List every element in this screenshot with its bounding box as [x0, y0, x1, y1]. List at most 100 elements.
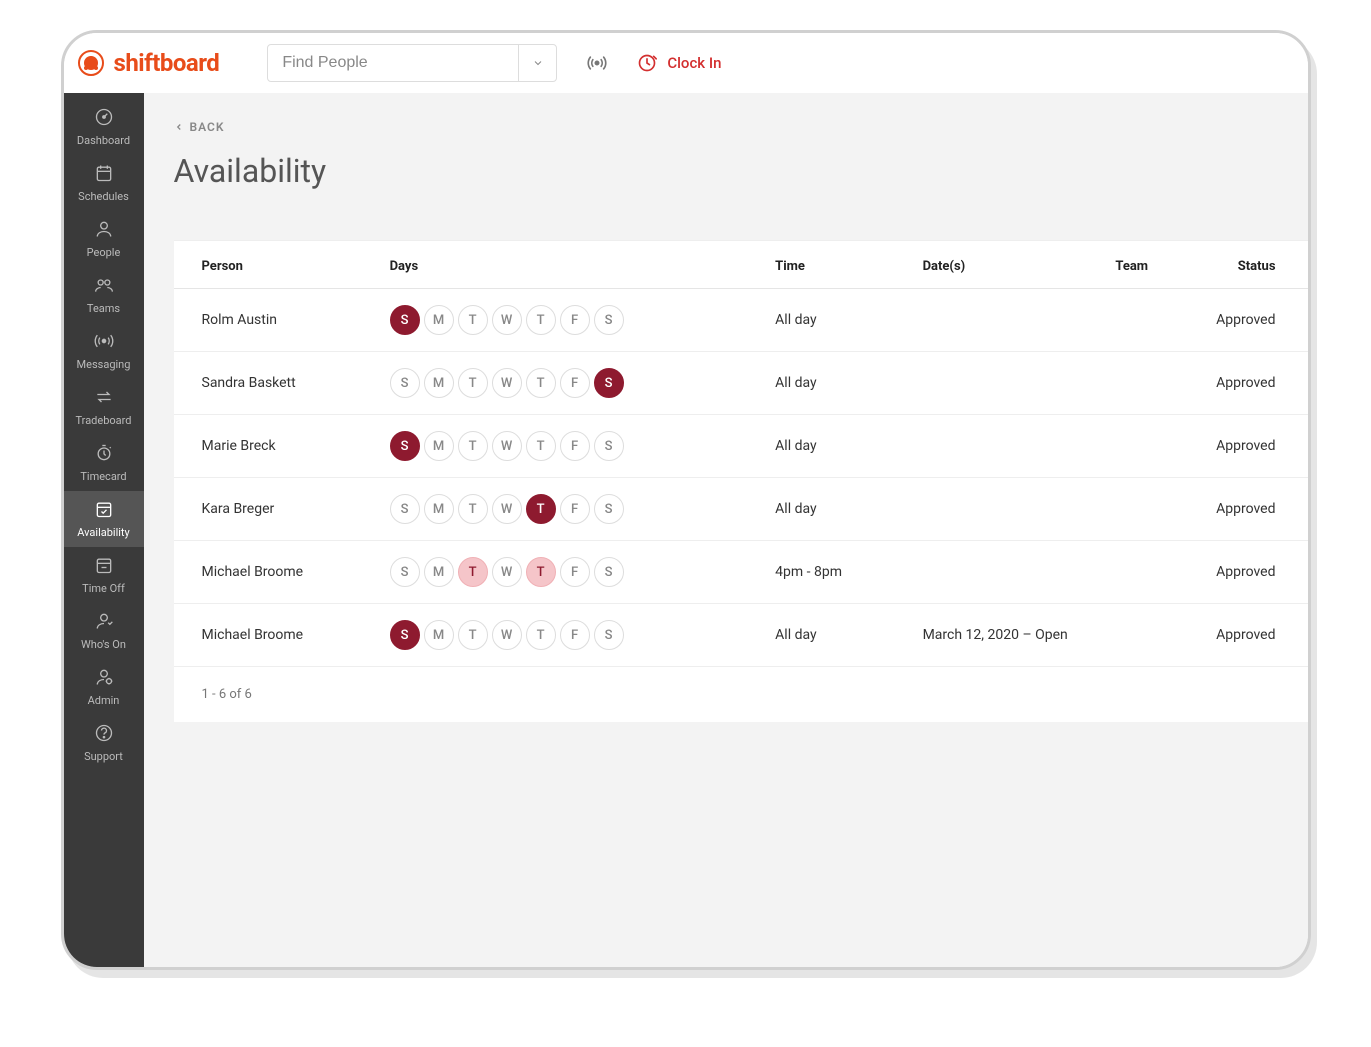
day-chip[interactable]: T — [458, 431, 488, 461]
clock-icon — [637, 53, 657, 73]
day-chip[interactable]: F — [560, 305, 590, 335]
cell-team — [1103, 541, 1182, 604]
logo[interactable]: shiftboard — [74, 49, 228, 77]
column-header[interactable]: Person — [174, 241, 378, 289]
table-row[interactable]: Rolm AustinSMTWTFSAll dayApproved — [174, 289, 1308, 352]
cell-time: All day — [763, 289, 910, 352]
day-chip[interactable]: F — [560, 620, 590, 650]
day-chip[interactable]: M — [424, 305, 454, 335]
column-header[interactable]: Days — [378, 241, 764, 289]
day-chip[interactable]: S — [390, 431, 420, 461]
day-chip[interactable]: S — [390, 620, 420, 650]
dashboard-icon — [94, 107, 114, 130]
day-chip[interactable]: S — [390, 305, 420, 335]
day-chip[interactable]: T — [458, 620, 488, 650]
sidebar-item-label: Time Off — [82, 582, 125, 595]
day-chip[interactable]: W — [492, 494, 522, 524]
day-chip[interactable]: W — [492, 557, 522, 587]
availability-table-card: PersonDaysTimeDate(s)TeamStatus Rolm Aus… — [174, 240, 1308, 722]
day-chip[interactable]: T — [526, 431, 556, 461]
day-chip[interactable]: M — [424, 431, 454, 461]
day-chip[interactable]: T — [458, 557, 488, 587]
sidebar: Dashboard Schedules People Teams Messaging Tr… — [64, 93, 144, 967]
day-chip[interactable]: W — [492, 368, 522, 398]
day-chip[interactable]: T — [458, 368, 488, 398]
broadcast-button[interactable] — [577, 53, 617, 73]
clock-in-label: Clock In — [667, 54, 721, 72]
day-chip[interactable]: M — [424, 368, 454, 398]
day-chip[interactable]: W — [492, 305, 522, 335]
day-chip[interactable]: T — [526, 368, 556, 398]
day-chip[interactable]: S — [594, 305, 624, 335]
sidebar-item-messaging[interactable]: Messaging — [64, 323, 144, 379]
day-chip[interactable]: F — [560, 368, 590, 398]
day-chip[interactable]: T — [458, 494, 488, 524]
table-row[interactable]: Michael BroomeSMTWTFSAll dayMarch 12, 20… — [174, 604, 1308, 667]
back-link[interactable]: BACK — [174, 120, 225, 134]
sidebar-item-schedules[interactable]: Schedules — [64, 155, 144, 211]
sidebar-item-admin[interactable]: Admin — [64, 659, 144, 715]
day-chip[interactable]: T — [526, 494, 556, 524]
messaging-icon — [94, 331, 114, 354]
column-header[interactable]: Status — [1183, 241, 1308, 289]
sidebar-item-tradeboard[interactable]: Tradeboard — [64, 379, 144, 435]
cell-days: SMTWTFS — [378, 604, 764, 667]
sidebar-item-timecard[interactable]: Timecard — [64, 435, 144, 491]
timeoff-icon — [94, 555, 114, 578]
table-row[interactable]: Sandra BaskettSMTWTFSAll dayApproved — [174, 352, 1308, 415]
day-chip[interactable]: T — [526, 620, 556, 650]
sidebar-item-label: People — [87, 246, 121, 259]
day-chip[interactable]: S — [594, 557, 624, 587]
clock-in-button[interactable]: Clock In — [637, 53, 721, 73]
cell-status: Approved — [1183, 478, 1308, 541]
sidebar-item-dashboard[interactable]: Dashboard — [64, 99, 144, 155]
cell-status: Approved — [1183, 604, 1308, 667]
day-chip[interactable]: F — [560, 494, 590, 524]
day-chip[interactable]: F — [560, 557, 590, 587]
cell-time: All day — [763, 604, 910, 667]
schedules-icon — [94, 163, 114, 186]
day-chip[interactable]: S — [390, 494, 420, 524]
search-input[interactable] — [268, 54, 518, 72]
sidebar-item-timeoff[interactable]: Time Off — [64, 547, 144, 603]
cell-team — [1103, 478, 1182, 541]
pagination-label: 1 - 6 of 6 — [174, 667, 1308, 723]
column-header[interactable]: Date(s) — [911, 241, 1104, 289]
day-chip[interactable]: F — [560, 431, 590, 461]
day-chip[interactable]: S — [390, 368, 420, 398]
cell-days: SMTWTFS — [378, 478, 764, 541]
day-chip[interactable]: M — [424, 494, 454, 524]
day-chip[interactable]: S — [594, 431, 624, 461]
day-chip[interactable]: S — [594, 620, 624, 650]
day-chip[interactable]: W — [492, 431, 522, 461]
day-chip[interactable]: S — [594, 494, 624, 524]
sidebar-item-availability[interactable]: Availability — [64, 491, 144, 547]
sidebar-item-label: Dashboard — [77, 134, 130, 147]
table-row[interactable]: Marie BreckSMTWTFSAll dayApproved — [174, 415, 1308, 478]
column-header[interactable]: Team — [1103, 241, 1182, 289]
day-chip[interactable]: S — [390, 557, 420, 587]
cell-dates — [911, 352, 1104, 415]
sidebar-item-support[interactable]: Support — [64, 715, 144, 771]
day-chip[interactable]: T — [526, 305, 556, 335]
day-chip[interactable]: S — [594, 368, 624, 398]
column-header[interactable]: Time — [763, 241, 910, 289]
day-chip[interactable]: W — [492, 620, 522, 650]
sidebar-item-label: Schedules — [78, 190, 129, 203]
support-icon — [94, 723, 114, 746]
sidebar-item-teams[interactable]: Teams — [64, 267, 144, 323]
cell-team — [1103, 604, 1182, 667]
search-dropdown-toggle[interactable] — [518, 45, 556, 81]
table-row[interactable]: Michael BroomeSMTWTFS4pm - 8pmApproved — [174, 541, 1308, 604]
logo-text: shiftboard — [114, 49, 220, 77]
day-chip[interactable]: T — [526, 557, 556, 587]
sidebar-item-label: Support — [84, 750, 123, 763]
app-header: shiftboard Clock In — [64, 33, 1308, 93]
table-row[interactable]: Kara BregerSMTWTFSAll dayApproved — [174, 478, 1308, 541]
sidebar-item-whoson[interactable]: Who's On — [64, 603, 144, 659]
sidebar-item-label: Messaging — [77, 358, 131, 371]
day-chip[interactable]: M — [424, 620, 454, 650]
day-chip[interactable]: T — [458, 305, 488, 335]
sidebar-item-people[interactable]: People — [64, 211, 144, 267]
day-chip[interactable]: M — [424, 557, 454, 587]
